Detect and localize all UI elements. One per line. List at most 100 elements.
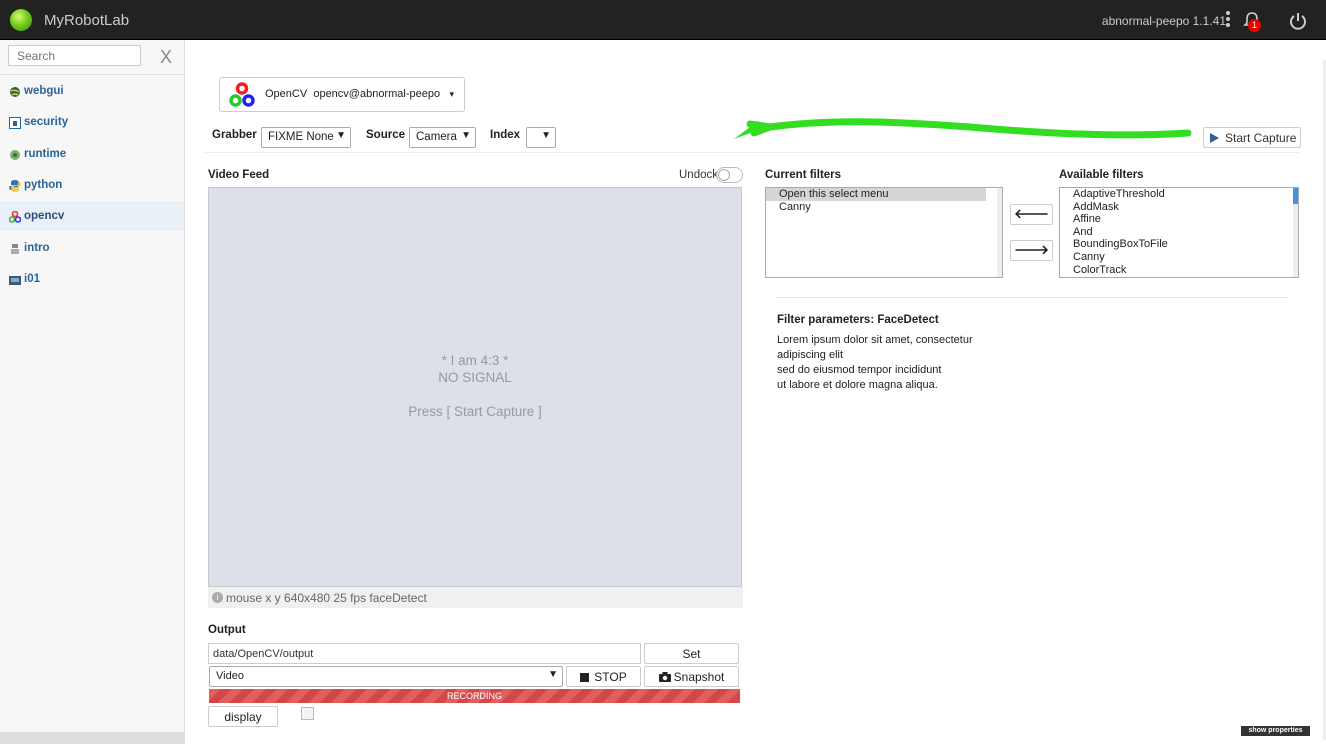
recording-bar: RECORDING xyxy=(209,689,740,703)
output-title: Output xyxy=(208,624,246,636)
broken-image-icon xyxy=(301,707,314,720)
divider xyxy=(0,74,185,75)
start-capture-label: Start Capture xyxy=(1225,131,1297,145)
output-path-input[interactable]: data/OpenCV/output xyxy=(208,643,641,664)
globe-icon xyxy=(10,87,20,97)
chevron-down-icon: ▼ xyxy=(461,130,471,141)
list-scrollbar[interactable] xyxy=(1293,188,1298,277)
sidebar-item-python[interactable]: python xyxy=(0,170,184,200)
grabber-label: Grabber xyxy=(212,129,257,141)
stop-icon xyxy=(580,673,590,682)
sidebar-item-label: opencv xyxy=(24,210,65,222)
list-scrollbar[interactable] xyxy=(997,188,1002,277)
list-item[interactable]: BoundingBoxToFile xyxy=(1060,238,1298,251)
source-select[interactable]: Camera ▼ xyxy=(409,127,476,148)
python-icon xyxy=(9,180,21,192)
list-item[interactable]: Canny xyxy=(766,201,1002,214)
power-icon[interactable] xyxy=(1288,11,1308,31)
output-format-select[interactable]: Video ▼ xyxy=(209,666,563,687)
list-item[interactable]: AdaptiveThreshold xyxy=(1060,188,1298,201)
service-selector[interactable]: OpenCV opencv@abnormal-peepo ▾ xyxy=(219,77,465,112)
list-item[interactable]: ColorTrack xyxy=(1060,264,1298,277)
clear-search-button[interactable]: X xyxy=(160,47,172,68)
app-title[interactable]: MyRobotLab xyxy=(44,12,129,29)
runtime-icon xyxy=(10,150,20,160)
output-format-value: Video xyxy=(216,670,244,682)
divider xyxy=(205,152,1300,153)
sidebar-item-i01[interactable]: i01 xyxy=(0,264,184,294)
aspect-text: * I am 4:3 * xyxy=(441,353,509,368)
info-icon: i xyxy=(212,592,223,603)
list-item[interactable]: Affine xyxy=(1060,213,1298,226)
filter-parameters-text: sed do eiusmod tempor incididunt xyxy=(777,364,942,376)
index-label: Index xyxy=(490,129,521,141)
no-signal-text: NO SIGNAL xyxy=(438,370,512,385)
source-value: Camera xyxy=(416,131,457,143)
annotation-arrow xyxy=(734,118,1192,139)
sidebar-item-label: runtime xyxy=(24,148,67,160)
grabber-select[interactable]: FIXME None ▼ xyxy=(261,127,351,148)
filter-parameters-text: Lorem ipsum dolor sit amet, consectetur xyxy=(777,334,973,346)
sidebar-scrollbar[interactable] xyxy=(0,732,184,744)
press-start-text: Press [ Start Capture ] xyxy=(408,404,542,419)
more-vertical-icon[interactable] xyxy=(1224,10,1232,30)
current-filters-list[interactable]: Open this select menu Canny xyxy=(765,187,1003,278)
notification-badge: 1 xyxy=(1248,19,1261,32)
available-filters-list[interactable]: AdaptiveThreshold AddMask Affine And Bou… xyxy=(1059,187,1299,278)
stop-button[interactable]: STOP xyxy=(566,666,641,687)
chevron-down-icon: ▼ xyxy=(541,130,551,141)
sidebar: X webgui security runtime python opencv … xyxy=(0,40,185,744)
list-item[interactable]: Canny xyxy=(1060,251,1298,264)
undock-label: Undock xyxy=(679,169,718,181)
caret-down-icon: ▾ xyxy=(449,89,454,99)
snapshot-label: Snapshot xyxy=(673,670,725,684)
sidebar-item-label: i01 xyxy=(24,273,40,285)
opencv-icon xyxy=(9,211,21,223)
show-properties-button[interactable]: show properties xyxy=(1241,726,1310,736)
start-capture-button[interactable]: Start Capture xyxy=(1203,127,1301,148)
chevron-down-icon: ▼ xyxy=(336,130,346,141)
camera-icon xyxy=(658,672,671,682)
list-item[interactable]: Open this select menu xyxy=(766,188,986,201)
mrl-logo-icon[interactable] xyxy=(10,9,32,31)
i01-icon xyxy=(9,276,21,285)
sidebar-item-webgui[interactable]: webgui xyxy=(0,76,184,106)
divider xyxy=(776,297,1288,298)
sidebar-item-label: intro xyxy=(24,242,50,254)
sidebar-item-intro[interactable]: intro xyxy=(0,233,184,263)
service-name: OpenCV opencv@abnormal-peepo xyxy=(265,88,441,100)
chevron-down-icon: ▼ xyxy=(548,669,558,680)
set-button[interactable]: Set xyxy=(644,643,739,664)
play-icon xyxy=(1210,133,1219,143)
video-feed[interactable]: * I am 4:3 * NO SIGNAL Press [ Start Cap… xyxy=(208,187,742,587)
sidebar-item-label: security xyxy=(24,116,69,128)
display-button[interactable]: display xyxy=(208,706,278,727)
add-filter-button[interactable]: 🡒 xyxy=(1010,240,1053,261)
source-label: Source xyxy=(366,129,405,141)
current-filters-title: Current filters xyxy=(765,169,842,181)
top-bar: MyRobotLab abnormal-peepo 1.1.41 1 xyxy=(0,0,1326,40)
sidebar-item-label: python xyxy=(24,179,63,191)
index-select[interactable]: ▼ xyxy=(526,127,556,148)
available-filters-title: Available filters xyxy=(1059,169,1144,181)
lock-icon xyxy=(9,117,21,129)
sidebar-item-label: webgui xyxy=(24,85,64,97)
sidebar-item-opencv[interactable]: opencv xyxy=(0,201,184,231)
filter-parameters-text: ut labore et dolore magna aliqua. xyxy=(777,379,938,391)
host-version: abnormal-peepo 1.1.41 xyxy=(1101,14,1226,28)
arrow-right-icon: 🡒 xyxy=(1014,242,1049,257)
filter-parameters-text: adipiscing elit xyxy=(777,349,844,361)
search-input[interactable] xyxy=(8,45,141,66)
video-feed-title: Video Feed xyxy=(208,169,270,181)
remove-filter-button[interactable]: 🡐 xyxy=(1010,204,1053,225)
undock-toggle[interactable] xyxy=(716,167,743,183)
stop-label: STOP xyxy=(594,670,627,684)
list-item[interactable]: And xyxy=(1060,226,1298,239)
robot-icon xyxy=(11,244,19,254)
list-item[interactable]: AddMask xyxy=(1060,201,1298,214)
sidebar-item-security[interactable]: security xyxy=(0,107,184,137)
snapshot-button[interactable]: Snapshot xyxy=(644,666,739,687)
filter-parameters-title: Filter parameters: FaceDetect xyxy=(777,314,939,326)
video-status-text: mouse x y 640x480 25 fps faceDetect xyxy=(226,591,427,605)
sidebar-item-runtime[interactable]: runtime xyxy=(0,139,184,169)
